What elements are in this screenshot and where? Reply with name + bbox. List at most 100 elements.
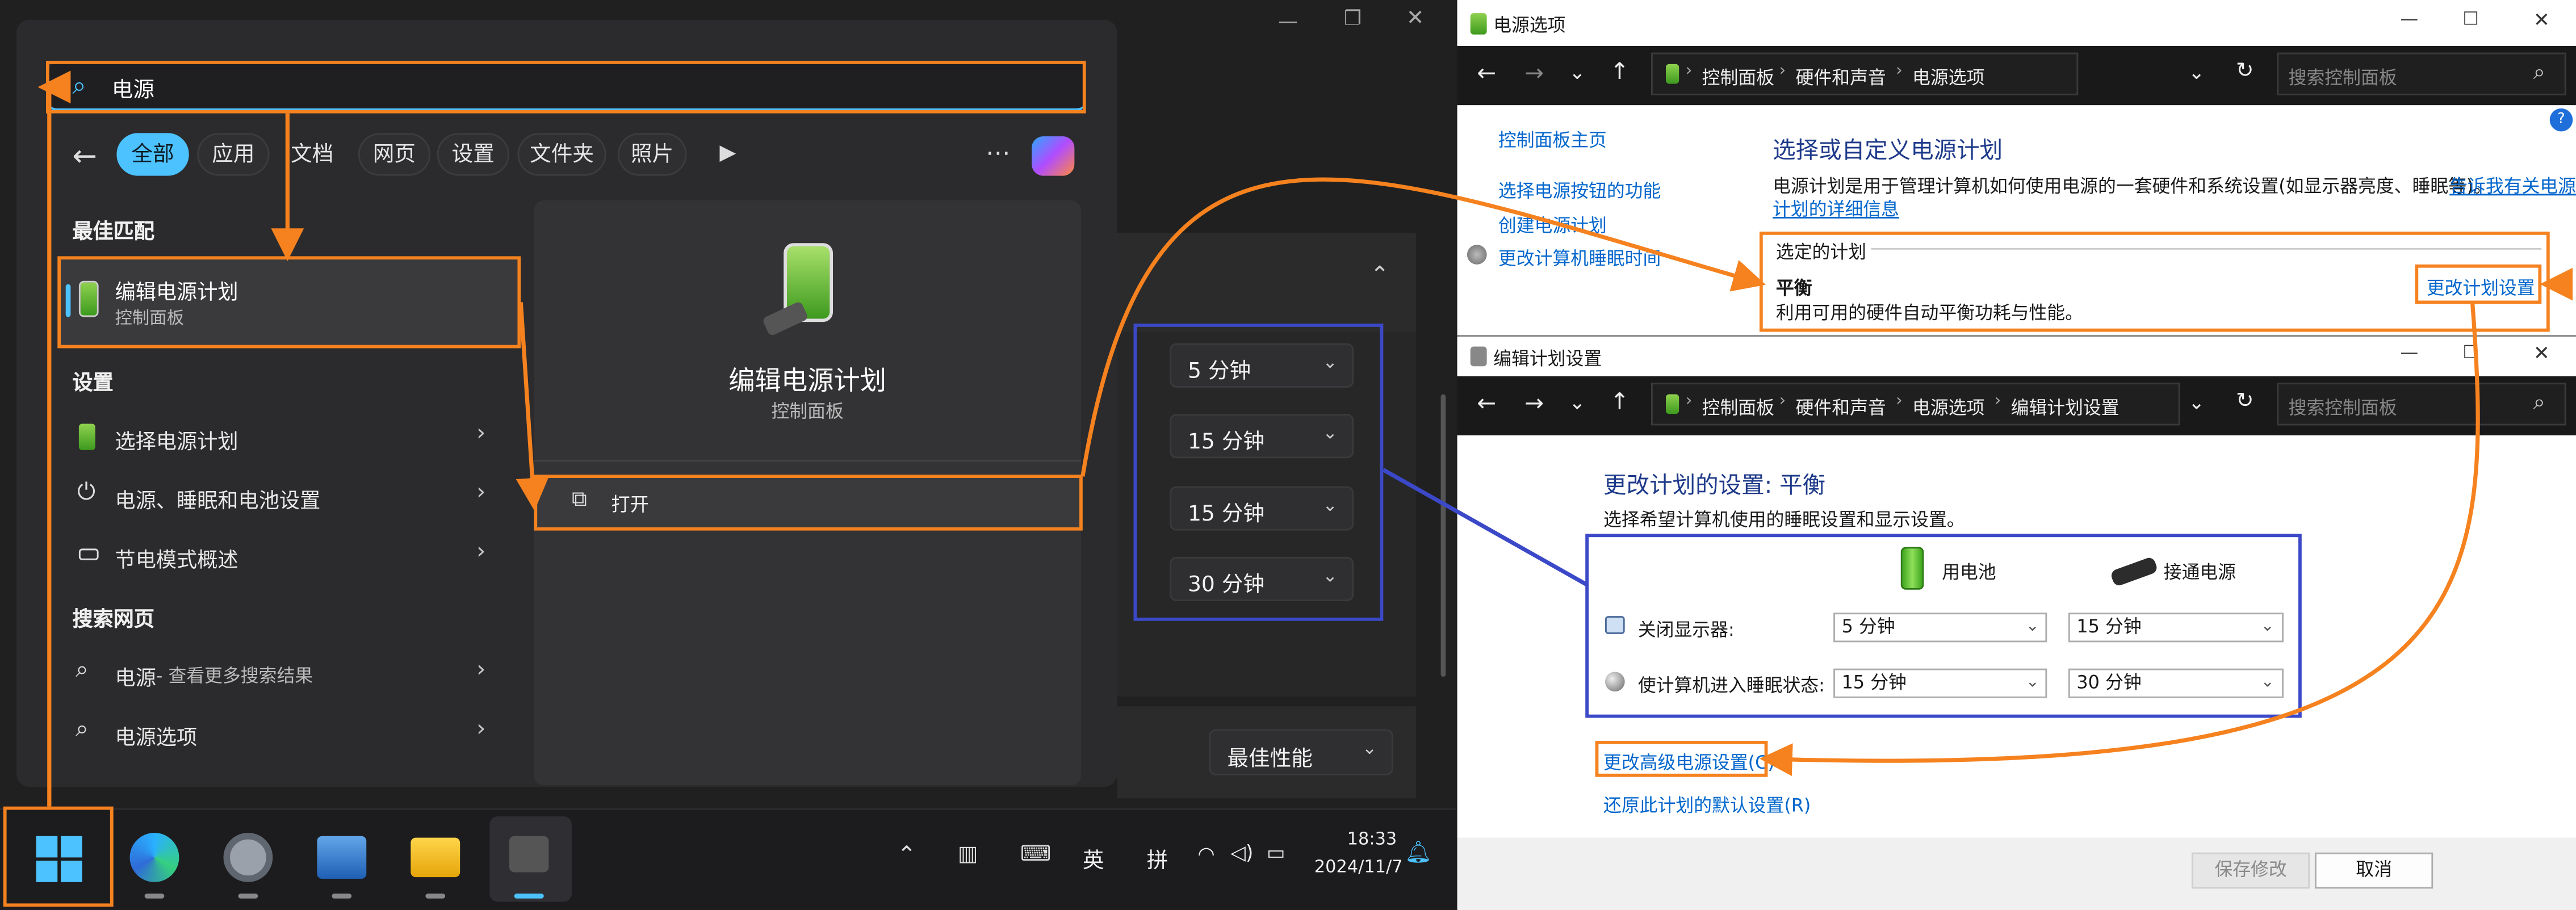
active-app-button[interactable]: [489, 816, 572, 902]
chevron-down-icon[interactable]: ⌄: [1569, 61, 1585, 84]
ime-mode[interactable]: 拼: [1147, 842, 1168, 874]
more-info-link[interactable]: 告诉我有关电源: [2449, 173, 2576, 199]
up-arrow-icon[interactable]: ↑: [1610, 389, 1630, 416]
search-highlight: [46, 61, 1086, 114]
search-box[interactable]: 搜索控制面板 ⌕: [2277, 383, 2566, 426]
up-arrow-icon[interactable]: ↑: [1610, 59, 1630, 85]
more-icon[interactable]: ⋯: [986, 138, 1010, 167]
settings-item-label: 电源、睡眠和电池设置: [115, 488, 321, 513]
close-icon[interactable]: ✕: [1406, 7, 1425, 31]
search-icon: ⌕: [2533, 61, 2545, 86]
breadcrumb-item[interactable]: 电源选项: [1912, 394, 1984, 420]
preview-subtitle: 控制面板: [771, 401, 844, 422]
close-icon[interactable]: ✕: [2533, 8, 2550, 31]
minimize-icon[interactable]: —: [1278, 10, 1298, 33]
minimize-icon[interactable]: —: [2400, 342, 2418, 363]
tray-app-icon[interactable]: ▥: [958, 842, 978, 867]
breadcrumb-item[interactable]: 控制面板: [1702, 64, 1774, 90]
filter-web[interactable]: 网页: [358, 133, 431, 176]
back-arrow-icon[interactable]: ←: [1477, 61, 1496, 87]
volume-icon[interactable]: ◁): [1230, 841, 1253, 864]
moon-icon: [1467, 245, 1487, 265]
control-panel-icon: [1666, 394, 1679, 414]
performance-dropdown[interactable]: 最佳性能 ⌄: [1209, 729, 1393, 775]
dropdown-value: 最佳性能: [1227, 747, 1313, 772]
sidebar-link-home[interactable]: 控制面板主页: [1498, 127, 1607, 153]
page-title: 更改计划的设置: 平衡: [1603, 473, 1826, 500]
more-info-link-2[interactable]: 计划的详细信息: [1773, 195, 1899, 221]
settings-item-power-plan[interactable]: 选择电源计划 ›: [59, 409, 516, 464]
settings-item-label: 节电模式概述: [115, 547, 238, 572]
maximize-icon[interactable]: ☐: [2462, 8, 2479, 30]
best-match-heading: 最佳匹配: [72, 218, 155, 244]
refresh-icon[interactable]: ↻: [2236, 59, 2254, 83]
chevron-up-icon[interactable]: ⌃: [897, 842, 916, 869]
filter-folders[interactable]: 文件夹: [517, 133, 606, 176]
breadcrumb-item[interactable]: 电源选项: [1912, 64, 1984, 90]
breadcrumb-item[interactable]: 硬件和声音: [1796, 394, 1886, 420]
page-subtitle: 选择希望计算机使用的睡眠设置和显示设置。: [1603, 509, 1965, 531]
edge-icon[interactable]: [129, 833, 179, 882]
close-icon[interactable]: ✕: [2533, 342, 2550, 365]
filter-all[interactable]: 全部: [116, 133, 189, 176]
clock-date[interactable]: 2024/11/7: [1314, 857, 1403, 877]
wifi-icon[interactable]: ◠: [1197, 842, 1214, 866]
notification-bell-icon[interactable]: 🔔︎: [1405, 841, 1432, 865]
ime-language[interactable]: 英: [1083, 842, 1104, 874]
scrollbar[interactable]: [1440, 394, 1446, 677]
restore-defaults-link[interactable]: 还原此计划的默认设置(R): [1603, 792, 1811, 818]
chevron-down-icon[interactable]: ⌄: [2188, 61, 2205, 84]
back-arrow-icon[interactable]: ←: [72, 140, 97, 174]
breadcrumb-item[interactable]: 硬件和声音: [1796, 64, 1886, 90]
back-arrow-icon[interactable]: ←: [1477, 391, 1496, 417]
cancel-button[interactable]: 取消: [2314, 852, 2433, 889]
chevron-down-icon[interactable]: ⌄: [1569, 391, 1585, 414]
chevron-down-icon[interactable]: ⌄: [2188, 391, 2205, 414]
forward-arrow-icon[interactable]: →: [1524, 391, 1544, 417]
filter-photos[interactable]: 照片: [617, 133, 687, 176]
restore-icon[interactable]: ❐: [1344, 7, 1362, 30]
battery-status-icon[interactable]: ▭: [1267, 841, 1285, 864]
filter-apps[interactable]: 应用: [197, 133, 270, 176]
address-bar[interactable]: › 控制面板 › 硬件和声音 › 电源选项 › 编辑计划设置: [1651, 383, 2180, 426]
sidebar-link-create-plan[interactable]: 创建电源计划: [1498, 212, 1607, 238]
description: 电源计划是用于管理计算机如何使用电源的一套硬件和系统设置(如显示器亮度、睡眠等)…: [1773, 175, 2492, 198]
sidebar-link-power-buttons[interactable]: 选择电源按钮的功能: [1498, 177, 1661, 203]
best-match-highlight: [57, 256, 521, 349]
edit-plan-window: 编辑计划设置 — ☐ ✕ ← → ⌄ ↑ › 控制面板 › 硬件和声音 › 电源…: [1457, 335, 2576, 910]
control-panel-icon: [1666, 64, 1679, 84]
help-icon[interactable]: ?: [2549, 108, 2573, 132]
battery-icon: [78, 423, 95, 450]
play-icon[interactable]: ▶: [719, 141, 736, 166]
breadcrumb-item[interactable]: 编辑计划设置: [2011, 394, 2120, 420]
clock-time[interactable]: 18:33: [1347, 829, 1397, 849]
title-bar: 编辑计划设置 — ☐ ✕: [1457, 337, 2576, 376]
minimize-icon[interactable]: —: [2400, 8, 2418, 30]
keyboard-icon[interactable]: ⌨: [1020, 842, 1051, 867]
filter-settings[interactable]: 设置: [437, 133, 509, 176]
file-explorer-icon[interactable]: [411, 837, 460, 878]
window-title: 电源选项: [1493, 15, 1566, 36]
sidebar-link-sleep-time[interactable]: 更改计算机睡眠时间: [1498, 245, 1661, 271]
search-box[interactable]: 搜索控制面板 ⌕: [2277, 52, 2566, 95]
address-bar[interactable]: › 控制面板 › 硬件和声音 › 电源选项: [1651, 52, 2079, 95]
web-heading: 搜索网页: [72, 606, 155, 631]
breadcrumb-item[interactable]: 控制面板: [1702, 394, 1774, 420]
settings-gear-icon[interactable]: [223, 833, 273, 882]
refresh-icon[interactable]: ↻: [2236, 389, 2254, 414]
search-placeholder: 搜索控制面板: [2288, 67, 2397, 89]
save-button[interactable]: 保存修改: [2191, 852, 2310, 889]
chevron-up-icon[interactable]: ⌃: [1370, 263, 1389, 289]
forward-arrow-icon[interactable]: →: [1524, 61, 1544, 87]
web-item-power-options[interactable]: ⌕ 电源选项 ›: [59, 704, 516, 760]
web-item-power[interactable]: ⌕ 电源 - 查看更多搜索结果 ›: [59, 645, 516, 701]
maximize-icon[interactable]: ☐: [2462, 342, 2479, 363]
filter-docs[interactable]: 文档: [279, 133, 345, 175]
control-panel-icon[interactable]: [317, 836, 367, 879]
settings-item-power-sleep[interactable]: ⏻ 电源、睡眠和电池设置 ›: [59, 468, 516, 524]
address-toolbar: ← → ⌄ ↑ › 控制面板 › 硬件和声音 › 电源选项 › 编辑计划设置 ⌄…: [1457, 376, 2576, 435]
copilot-icon[interactable]: [1032, 136, 1075, 176]
settings-item-battery-saver[interactable]: 节电模式概述 ›: [59, 527, 516, 583]
settings-section: ⌃: [1117, 233, 1417, 332]
search-placeholder: 搜索控制面板: [2288, 397, 2397, 419]
